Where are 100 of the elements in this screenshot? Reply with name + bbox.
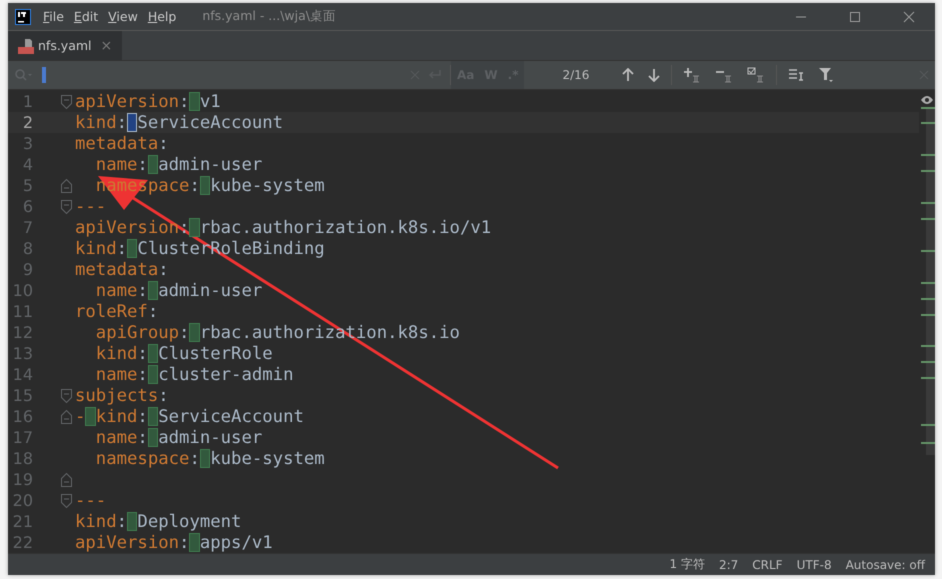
menu-item[interactable]: View bbox=[108, 9, 138, 24]
line-number: 18 bbox=[12, 449, 33, 468]
yaml-value: admin-user bbox=[158, 154, 262, 175]
file-tab[interactable]: nfs.yaml × bbox=[8, 31, 122, 60]
yaml-punctuation: : bbox=[148, 302, 158, 322]
yaml-value: admin-user bbox=[158, 280, 262, 301]
yaml-key: metadata bbox=[75, 134, 158, 154]
status-item[interactable]: CRLF bbox=[752, 558, 783, 572]
eye-icon[interactable] bbox=[920, 95, 934, 106]
status-item[interactable]: 2:7 bbox=[718, 558, 738, 572]
filter-lines-icon[interactable] bbox=[788, 68, 804, 82]
yaml-value: ClusterRole bbox=[158, 344, 273, 364]
yaml-file-icon bbox=[18, 38, 34, 54]
yaml-punctuation: : bbox=[158, 260, 169, 280]
fold-icon[interactable] bbox=[61, 472, 72, 487]
fold-icon[interactable] bbox=[61, 178, 72, 193]
line-number: 3 bbox=[22, 134, 33, 154]
yaml-punctuation: : bbox=[137, 428, 148, 448]
yaml-punctuation: - bbox=[75, 406, 86, 427]
line-number: 11 bbox=[12, 302, 33, 322]
line-number: 12 bbox=[12, 323, 33, 342]
arrow-down-icon[interactable] bbox=[648, 68, 660, 82]
yaml-key: name bbox=[96, 280, 138, 301]
menu-item[interactable]: Help bbox=[148, 9, 176, 24]
yaml-punctuation: --- bbox=[75, 490, 106, 511]
yaml-key: kind bbox=[96, 344, 138, 364]
line-number: 10 bbox=[12, 281, 33, 300]
yaml-key: kind bbox=[75, 112, 117, 133]
scroll-bar[interactable] bbox=[920, 107, 934, 456]
fold-icon[interactable] bbox=[61, 200, 72, 214]
line-number: 6 bbox=[22, 197, 33, 216]
menu-item[interactable]: File bbox=[43, 9, 64, 24]
yaml-key: metadata bbox=[75, 260, 158, 280]
yaml-punctuation: : bbox=[179, 532, 190, 553]
yaml-punctuation: : bbox=[189, 176, 200, 196]
add-occurrence-icon[interactable] bbox=[683, 67, 702, 84]
window-title: nfs.yaml - ...\wja\桌面 bbox=[202, 8, 336, 26]
yaml-key: kind bbox=[96, 406, 138, 427]
yaml-value: ServiceAccount bbox=[137, 112, 284, 133]
yaml-punctuation: : bbox=[137, 364, 148, 385]
line-number: 15 bbox=[12, 386, 33, 406]
match-count: 2/16 bbox=[562, 68, 590, 82]
yaml-punctuation: : bbox=[189, 448, 200, 469]
yaml-key: subjects bbox=[75, 386, 158, 406]
select-all-occurrences-icon[interactable] bbox=[747, 67, 766, 84]
yaml-punctuation: --- bbox=[75, 196, 106, 217]
yaml-key: name bbox=[96, 154, 138, 175]
yaml-key: apiVersion bbox=[75, 92, 180, 112]
line-number: 4 bbox=[22, 155, 33, 174]
yaml-value: cluster-admin bbox=[158, 364, 294, 385]
fold-icon[interactable] bbox=[61, 410, 72, 424]
close-icon[interactable] bbox=[903, 10, 915, 23]
maximize-icon[interactable] bbox=[849, 10, 861, 23]
yaml-value: kube-system bbox=[210, 448, 325, 469]
line-number: 2 bbox=[22, 113, 33, 132]
fold-icon[interactable] bbox=[61, 94, 72, 109]
menu-item[interactable]: Edit bbox=[74, 9, 98, 24]
line-number: 8 bbox=[22, 239, 33, 258]
app-logo-icon bbox=[15, 8, 31, 25]
yaml-key: kind bbox=[75, 238, 117, 259]
yaml-value: apps/v1 bbox=[200, 532, 273, 553]
status-item[interactable]: Autosave: off bbox=[846, 558, 925, 572]
yaml-key: name bbox=[96, 364, 138, 385]
yaml-value: rbac.authorization.k8s.io/v1 bbox=[200, 218, 492, 238]
yaml-value: Deployment bbox=[137, 512, 242, 532]
yaml-key: apiVersion bbox=[75, 532, 180, 553]
yaml-value: v1 bbox=[200, 92, 221, 112]
yaml-punctuation: : bbox=[179, 92, 190, 112]
yaml-punctuation: : bbox=[137, 344, 148, 364]
filter-icon[interactable] bbox=[818, 67, 834, 84]
line-number: 13 bbox=[12, 344, 33, 364]
tab-close[interactable]: × bbox=[100, 38, 112, 54]
yaml-value: kube-system bbox=[210, 176, 325, 196]
line-number: 22 bbox=[12, 533, 33, 552]
arrow-up-icon[interactable] bbox=[622, 68, 634, 82]
line-number: 19 bbox=[12, 470, 33, 490]
line-number: 9 bbox=[22, 260, 33, 280]
line-number: 20 bbox=[12, 491, 33, 510]
yaml-punctuation: : bbox=[116, 512, 128, 532]
line-number: 5 bbox=[22, 176, 33, 196]
yaml-key: namespace bbox=[96, 448, 190, 469]
yaml-punctuation: : bbox=[116, 238, 128, 259]
yaml-key: roleRef bbox=[75, 302, 148, 322]
status-item[interactable]: UTF-8 bbox=[796, 558, 832, 572]
yaml-punctuation: : bbox=[137, 406, 148, 427]
yaml-punctuation: : bbox=[137, 154, 148, 175]
line-number: 17 bbox=[12, 428, 33, 448]
yaml-value: ServiceAccount bbox=[158, 406, 304, 427]
line-number: 16 bbox=[12, 407, 33, 426]
yaml-punctuation: : bbox=[158, 386, 169, 406]
yaml-key: apiGroup bbox=[96, 322, 180, 343]
yaml-key: apiVersion bbox=[75, 218, 180, 238]
yaml-key: name bbox=[96, 428, 138, 448]
status-item[interactable]: 1 字符 bbox=[670, 556, 705, 574]
fold-icon[interactable] bbox=[61, 388, 72, 403]
yaml-punctuation: : bbox=[179, 322, 190, 343]
yaml-punctuation: : bbox=[116, 112, 128, 133]
fold-icon[interactable] bbox=[61, 494, 72, 508]
line-number: 7 bbox=[22, 218, 33, 238]
line-number: 21 bbox=[12, 512, 33, 532]
